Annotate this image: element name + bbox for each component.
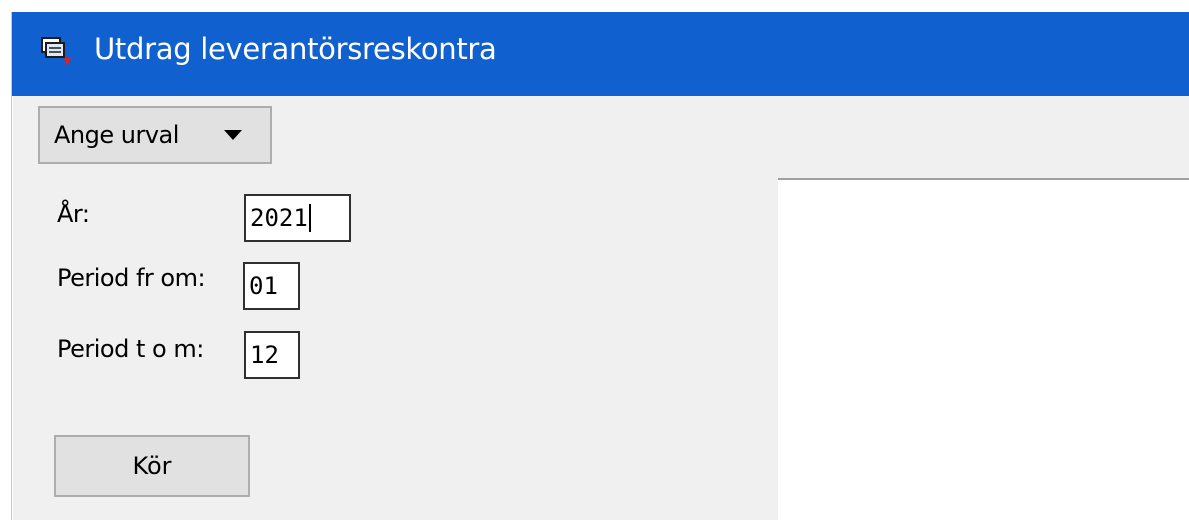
run-button-label: Kör [132, 452, 172, 480]
period-from-label: Period fr om: [57, 264, 206, 292]
results-pane [778, 180, 1189, 520]
content-area: Ange urval År: 2021 Period fr om: 01 Per… [13, 96, 1189, 520]
selection-dropdown-button[interactable]: Ange urval [38, 106, 272, 164]
year-value: 2021 [250, 204, 308, 232]
year-label: År: [57, 200, 90, 228]
caret-down-icon [224, 130, 242, 140]
period-from-input[interactable]: 01 [243, 262, 300, 310]
year-input[interactable]: 2021 [244, 194, 351, 242]
run-button[interactable]: Kör [54, 435, 250, 497]
period-from-value: 01 [249, 272, 278, 300]
window-top-strip [0, 0, 1189, 12]
ledger-app-icon [38, 34, 76, 68]
title-bar[interactable]: Utdrag leverantörsreskontra [12, 12, 1189, 96]
window-title: Utdrag leverantörsreskontra [94, 32, 497, 66]
period-to-input[interactable]: 12 [244, 331, 300, 379]
text-cursor [308, 204, 311, 232]
period-to-value: 12 [250, 341, 279, 369]
window-left-edge [0, 12, 12, 520]
report-window: Utdrag leverantörsreskontra Ange urval Å… [0, 0, 1189, 520]
selection-button-label: Ange urval [54, 121, 179, 149]
period-to-label: Period t o m: [57, 335, 204, 363]
